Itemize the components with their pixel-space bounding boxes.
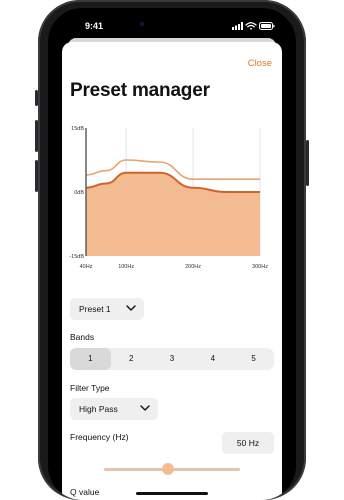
chart-x-tick-label: 300Hz (252, 264, 268, 270)
wifi-icon (245, 22, 257, 30)
bands-label: Bands (70, 332, 95, 342)
status-bar: 9:41 (48, 8, 296, 42)
frequency-slider-thumb[interactable] (162, 463, 174, 475)
preset-dropdown[interactable]: Preset 1 (70, 298, 144, 320)
status-icons (232, 22, 275, 30)
chart-area-fill (86, 172, 260, 256)
chart-y-tick-label: 0dB (74, 190, 84, 196)
chart-x-tick-label: 200Hz (185, 264, 201, 270)
home-indicator (136, 492, 208, 495)
camera-icon (140, 22, 144, 26)
band-option-3[interactable]: 3 (152, 348, 193, 370)
bands-segmented-control: 1 2 3 4 5 (70, 348, 274, 370)
phone-screen: 9:41 Close Preset manager 15dB 0dB -15dB… (48, 8, 296, 500)
band-option-2[interactable]: 2 (111, 348, 152, 370)
battery-icon (259, 22, 275, 30)
preset-label: Preset 1 (79, 304, 111, 314)
dynamic-island (134, 18, 208, 36)
chart-y-tick-label: 15dB (71, 126, 84, 132)
phone-button (306, 140, 309, 186)
filter-type-label: Filter Type (70, 383, 110, 393)
chart-x-tick-label: 100Hz (118, 264, 134, 270)
chevron-down-icon (140, 405, 150, 411)
band-option-4[interactable]: 4 (192, 348, 233, 370)
band-option-1[interactable]: 1 (70, 348, 111, 370)
q-value-label: Q value (70, 487, 100, 497)
filter-type-dropdown[interactable]: High Pass (70, 398, 158, 420)
preset-manager-sheet: Close Preset manager 15dB 0dB -15dB 40Hz 100… (62, 42, 282, 500)
close-button[interactable]: Close (248, 58, 272, 69)
signal-icon (232, 22, 243, 30)
page-title: Preset manager (70, 80, 210, 101)
frequency-value-field[interactable]: 50 Hz (222, 432, 274, 454)
eq-chart: 15dB 0dB -15dB 40Hz 100Hz 200Hz 300Hz (69, 126, 268, 270)
filter-type-value: High Pass (79, 404, 118, 414)
status-time: 9:41 (85, 21, 104, 31)
chevron-down-icon (126, 305, 136, 311)
chart-y-tick-label: -15dB (69, 254, 84, 260)
frequency-label: Frequency (Hz) (70, 432, 129, 442)
chart-x-tick-label: 40Hz (80, 264, 93, 270)
band-option-5[interactable]: 5 (233, 348, 274, 370)
